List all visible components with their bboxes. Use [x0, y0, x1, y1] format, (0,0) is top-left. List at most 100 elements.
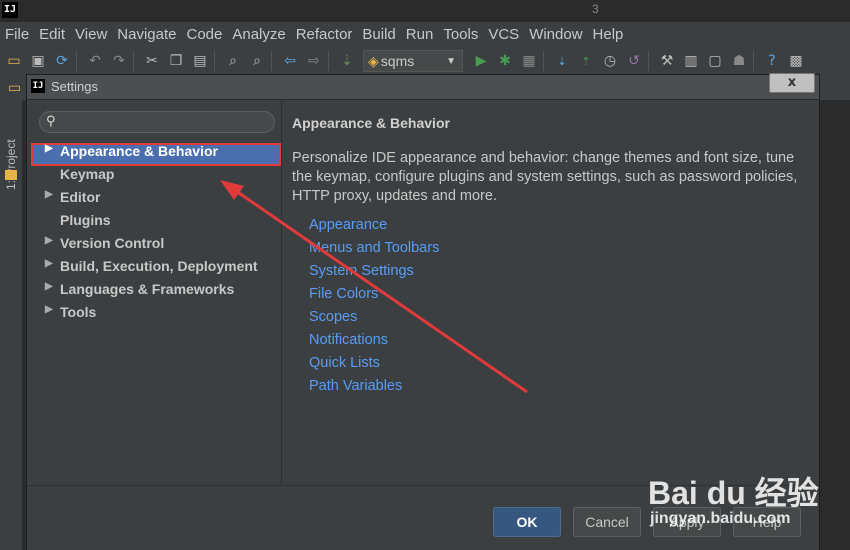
- toolbar-separator: [76, 51, 77, 71]
- tree-item-keymap[interactable]: Keymap: [31, 166, 281, 189]
- copy-icon[interactable]: ❐: [166, 51, 186, 71]
- content-title: Appearance & Behavior: [292, 115, 450, 131]
- tree-item-label: Build, Execution, Deployment: [60, 258, 258, 274]
- sdk-icon[interactable]: ▢: [705, 51, 725, 71]
- expand-arrow-icon[interactable]: ▶: [45, 304, 53, 315]
- expand-arrow-icon[interactable]: ▶: [45, 143, 53, 154]
- settings-content-pane: Appearance & Behavior Personalize IDE ap…: [282, 101, 818, 485]
- main-toolbar: ▭ ▣ ⟳ ↶ ↷ ✂ ❐ ▤ ⌕ ⌕ ⇦ ⇨ ⇣ ◈ sqms ▼ ▶ ✱ ▦…: [0, 46, 850, 76]
- menu-item-vcs[interactable]: VCS: [483, 26, 524, 43]
- tree-item-label: Tools: [60, 304, 97, 320]
- chevron-down-icon: ▼: [446, 55, 456, 67]
- menu-item-refactor[interactable]: Refactor: [291, 26, 358, 43]
- sync-icon[interactable]: ⟳: [52, 51, 72, 71]
- build-icon[interactable]: ⇣: [337, 51, 357, 71]
- android-icon[interactable]: ☗: [729, 51, 749, 71]
- open-folder-icon[interactable]: ▭: [4, 51, 24, 71]
- close-button[interactable]: x: [769, 73, 815, 93]
- tree-item-label: Editor: [60, 189, 101, 205]
- title-text: 3: [592, 2, 599, 16]
- back-icon[interactable]: ⇦: [280, 51, 300, 71]
- tree-item-label: Keymap: [60, 166, 115, 182]
- expand-arrow-icon[interactable]: ▶: [45, 281, 53, 292]
- replace-icon[interactable]: ⌕: [247, 51, 267, 71]
- toolbar-separator: [328, 51, 329, 71]
- ide-title-bar: IJ 3: [0, 0, 850, 22]
- tree-item-tools[interactable]: ▶ Tools: [31, 304, 281, 327]
- tree-item-appearance-behavior[interactable]: ▶ Appearance & Behavior: [31, 143, 281, 166]
- toolbar-separator: [543, 51, 544, 71]
- coverage-icon[interactable]: ▦: [519, 51, 539, 71]
- tree-item-build-execution-deployment[interactable]: ▶ Build, Execution, Deployment: [31, 258, 281, 281]
- menu-item-navigate[interactable]: Navigate: [112, 26, 181, 43]
- tree-item-label: Appearance & Behavior: [60, 143, 218, 159]
- expand-arrow-icon[interactable]: ▶: [45, 258, 53, 269]
- forward-icon[interactable]: ⇨: [304, 51, 324, 71]
- content-links: Appearance Menus and Toolbars System Setti…: [309, 217, 439, 401]
- project-structure-icon[interactable]: ▥: [681, 51, 701, 71]
- vcs-commit-icon[interactable]: ⇡: [576, 51, 596, 71]
- menu-item-window[interactable]: Window: [524, 26, 587, 43]
- tree-item-plugins[interactable]: Plugins: [31, 212, 281, 235]
- cut-icon[interactable]: ✂: [142, 51, 162, 71]
- save-icon[interactable]: ▣: [28, 51, 48, 71]
- dialog-title: Settings: [51, 79, 98, 94]
- run-config-select[interactable]: ◈ sqms ▼: [363, 50, 463, 72]
- menu-item-build[interactable]: Build: [357, 26, 400, 43]
- settings-search-input[interactable]: ⚲: [39, 111, 275, 133]
- menu-item-code[interactable]: Code: [181, 26, 227, 43]
- toolbar-separator: [753, 51, 754, 71]
- run-config-icon: ◈: [368, 52, 379, 69]
- menu-item-help[interactable]: Help: [588, 26, 629, 43]
- toolbar-separator: [271, 51, 272, 71]
- tree-item-languages-frameworks[interactable]: ▶ Languages & Frameworks: [31, 281, 281, 304]
- menu-item-edit[interactable]: Edit: [34, 26, 70, 43]
- help-icon[interactable]: ?: [762, 51, 782, 71]
- expand-arrow-icon[interactable]: ▶: [45, 189, 53, 200]
- menu-item-view[interactable]: View: [70, 26, 112, 43]
- vcs-update-icon[interactable]: ⇣: [552, 51, 572, 71]
- watermark-logo: Bai du 经验: [648, 475, 819, 511]
- expand-arrow-icon[interactable]: ▶: [45, 235, 53, 246]
- project-tab-icon: [5, 170, 17, 180]
- toolbar-separator: [133, 51, 134, 71]
- link-appearance[interactable]: Appearance: [309, 217, 439, 240]
- toolbar-separator: [648, 51, 649, 71]
- tree-item-version-control[interactable]: ▶ Version Control: [31, 235, 281, 258]
- plugin-icon[interactable]: ▩: [786, 51, 806, 71]
- link-scopes[interactable]: Scopes: [309, 309, 439, 332]
- revert-icon[interactable]: ↺: [624, 51, 644, 71]
- paste-icon[interactable]: ▤: [190, 51, 210, 71]
- redo-icon[interactable]: ↷: [109, 51, 129, 71]
- link-quick-lists[interactable]: Quick Lists: [309, 355, 439, 378]
- toolbar-separator: [214, 51, 215, 71]
- tree-item-label: Version Control: [60, 235, 165, 251]
- content-description: Personalize IDE appearance and behavior:…: [292, 150, 798, 204]
- find-icon[interactable]: ⌕: [223, 51, 243, 71]
- undo-icon[interactable]: ↶: [85, 51, 105, 71]
- settings-tree-pane: ⚲ ▶ Appearance & Behavior Keymap ▶ Editor Plu…: [31, 101, 282, 485]
- run-config-label: sqms: [380, 53, 415, 69]
- menu-item-run[interactable]: Run: [401, 26, 439, 43]
- menu-bar: File Edit View Navigate Code Analyze Refactor B…: [0, 22, 850, 46]
- tree-item-editor[interactable]: ▶ Editor: [31, 189, 281, 212]
- menu-item-tools[interactable]: Tools: [438, 26, 483, 43]
- settings-icon[interactable]: ⚒: [657, 51, 677, 71]
- vcs-history-icon[interactable]: ◷: [600, 51, 620, 71]
- intellij-logo-icon: IJ: [2, 2, 18, 18]
- link-system-settings[interactable]: System Settings: [309, 263, 439, 286]
- menu-item-file[interactable]: File: [0, 26, 34, 43]
- ok-button[interactable]: OK: [493, 507, 561, 537]
- run-icon[interactable]: ▶: [471, 51, 491, 71]
- link-menus-and-toolbars[interactable]: Menus and Toolbars: [309, 240, 439, 263]
- link-notifications[interactable]: Notifications: [309, 332, 439, 355]
- cancel-button[interactable]: Cancel: [573, 507, 641, 537]
- settings-tree: ▶ Appearance & Behavior Keymap ▶ Editor Plugi…: [31, 143, 281, 327]
- link-file-colors[interactable]: File Colors: [309, 286, 439, 309]
- folder-icon: ▭: [8, 80, 22, 96]
- intellij-logo-icon: IJ: [31, 79, 45, 93]
- dialog-title-bar: IJ Settings x: [27, 73, 819, 100]
- link-path-variables[interactable]: Path Variables: [309, 378, 439, 401]
- debug-icon[interactable]: ✱: [495, 51, 515, 71]
- menu-item-analyze[interactable]: Analyze: [227, 26, 290, 43]
